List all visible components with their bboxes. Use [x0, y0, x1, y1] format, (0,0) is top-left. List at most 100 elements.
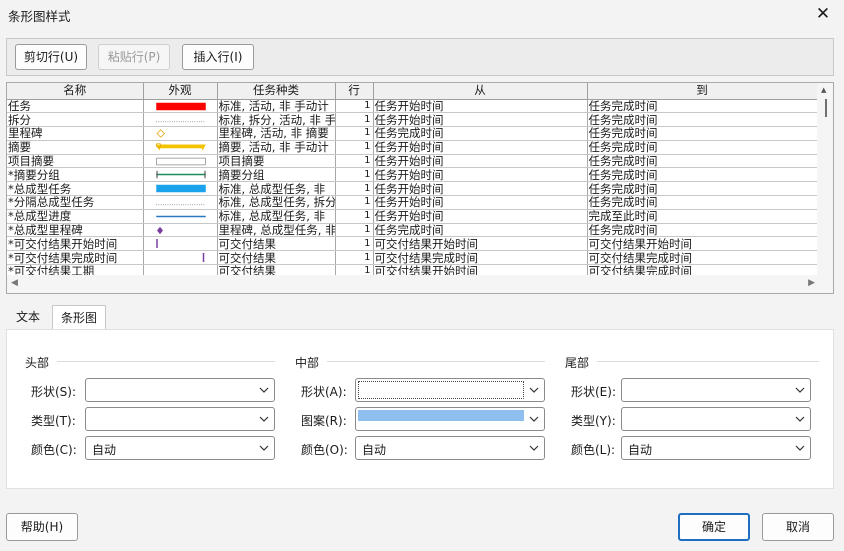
row-name-cell[interactable]: *分隔总成型任务	[7, 195, 144, 210]
row-to-cell[interactable]: 可交付结果完成时间	[587, 250, 818, 266]
row-to-cell[interactable]: 任务完成时间	[587, 154, 818, 169]
row-appearance-cell[interactable]	[143, 112, 218, 128]
row-name-cell[interactable]: *摘要分组	[7, 167, 144, 183]
row-appearance-cell[interactable]	[143, 223, 218, 238]
row-kind-cell[interactable]: 项目摘要	[217, 154, 336, 169]
row-appearance-cell[interactable]	[143, 140, 218, 155]
row-name-cell[interactable]: 项目摘要	[7, 154, 144, 169]
tab-bars[interactable]: 条形图	[52, 305, 106, 330]
column-header[interactable]: 外观	[143, 83, 218, 100]
row-name-cell[interactable]: 拆分	[7, 112, 144, 128]
table-row[interactable]: *可交付结果开始时间 可交付结果 1 可交付结果开始时间 可交付结果开始时间	[7, 236, 818, 252]
column-header[interactable]: 行	[335, 83, 374, 100]
tab-text[interactable]: 文本	[6, 305, 50, 329]
row-name-cell[interactable]: *可交付结果完成时间	[7, 250, 144, 266]
row-number-cell[interactable]: 1	[335, 126, 374, 141]
row-name-cell[interactable]: 任务	[7, 99, 144, 114]
tail-shape-select[interactable]	[621, 378, 811, 402]
row-name-cell[interactable]: *总成型任务	[7, 181, 144, 197]
row-to-cell[interactable]: 任务完成时间	[587, 223, 818, 238]
bar-styles-grid[interactable]: 名称 外观 任务种类行从到 任务 标准, 活动, 非 手动计 1 任务开始时间 任务完成时间…	[6, 82, 834, 294]
ok-button[interactable]: 确定	[678, 513, 750, 541]
row-to-cell[interactable]: 任务完成时间	[587, 126, 818, 141]
vertical-scrollbar[interactable]: ▲	[817, 83, 833, 277]
middle-shape-select[interactable]	[355, 378, 545, 402]
row-kind-cell[interactable]: 标准, 总成型任务, 非	[217, 181, 336, 197]
row-number-cell[interactable]: 1	[335, 236, 374, 252]
row-name-cell[interactable]: 摘要	[7, 140, 144, 155]
paste-row-button[interactable]: 粘贴行(P)	[98, 44, 170, 70]
horizontal-scrollbar[interactable]: ◀ ▶	[7, 275, 833, 293]
close-icon[interactable]: ✕	[810, 2, 836, 26]
row-from-cell[interactable]: 任务开始时间	[373, 195, 588, 210]
column-header[interactable]: 到	[587, 83, 818, 100]
scroll-up-icon[interactable]: ▲	[821, 86, 826, 94]
scroll-thumb[interactable]	[825, 99, 827, 117]
row-from-cell[interactable]: 任务完成时间	[373, 223, 588, 238]
head-type-select[interactable]	[85, 407, 275, 431]
row-name-cell[interactable]: *总成型进度	[7, 209, 144, 224]
help-button[interactable]: 帮助(H)	[6, 513, 78, 541]
row-kind-cell[interactable]: 里程碑, 活动, 非 摘要	[217, 126, 336, 141]
row-from-cell[interactable]: 可交付结果完成时间	[373, 250, 588, 266]
row-appearance-cell[interactable]	[143, 236, 218, 252]
row-kind-cell[interactable]: 里程碑, 总成型任务, 非	[217, 223, 336, 238]
row-number-cell[interactable]: 1	[335, 223, 374, 238]
middle-color-select[interactable]: 自动	[355, 436, 545, 460]
table-row[interactable]: *可交付结果完成时间 可交付结果 1 可交付结果完成时间 可交付结果完成时间	[7, 250, 818, 266]
row-name-cell[interactable]: *可交付结果开始时间	[7, 236, 144, 252]
table-row[interactable]: *分隔总成型任务 标准, 总成型任务, 拆分 1 任务开始时间 任务完成时间	[7, 195, 818, 210]
table-row[interactable]: *总成型进度 标准, 总成型任务, 非 1 任务开始时间 完成至此时间	[7, 209, 818, 224]
cut-row-button[interactable]: 剪切行(U)	[15, 44, 87, 70]
table-row[interactable]: 里程碑 里程碑, 活动, 非 摘要 1 任务完成时间 任务完成时间	[7, 126, 818, 141]
middle-pattern-select[interactable]	[355, 407, 545, 431]
row-appearance-cell[interactable]	[143, 154, 218, 169]
row-to-cell[interactable]: 完成至此时间	[587, 209, 818, 224]
row-from-cell[interactable]: 任务开始时间	[373, 154, 588, 169]
row-number-cell[interactable]: 1	[335, 112, 374, 128]
row-number-cell[interactable]: 1	[335, 99, 374, 114]
row-kind-cell[interactable]: 摘要分组	[217, 167, 336, 183]
table-row[interactable]: *总成型里程碑 里程碑, 总成型任务, 非 1 任务完成时间 任务完成时间	[7, 223, 818, 238]
scroll-right-icon[interactable]: ▶	[808, 278, 815, 288]
row-name-cell[interactable]: *总成型里程碑	[7, 223, 144, 238]
row-from-cell[interactable]: 任务开始时间	[373, 112, 588, 128]
row-from-cell[interactable]: 任务开始时间	[373, 140, 588, 155]
column-header[interactable]: 从	[373, 83, 588, 100]
table-row[interactable]: *摘要分组 摘要分组 1 任务开始时间 任务完成时间	[7, 167, 818, 183]
row-from-cell[interactable]: 任务完成时间	[373, 126, 588, 141]
row-number-cell[interactable]: 1	[335, 195, 374, 210]
row-appearance-cell[interactable]	[143, 99, 218, 114]
row-name-cell[interactable]: 里程碑	[7, 126, 144, 141]
head-shape-select[interactable]	[85, 378, 275, 402]
row-kind-cell[interactable]: 标准, 拆分, 活动, 非 手	[217, 112, 336, 128]
row-number-cell[interactable]: 1	[335, 209, 374, 224]
row-kind-cell[interactable]: 标准, 总成型任务, 非	[217, 209, 336, 224]
insert-row-button[interactable]: 插入行(I)	[182, 44, 254, 70]
row-to-cell[interactable]: 任务完成时间	[587, 112, 818, 128]
column-header[interactable]: 任务种类	[217, 83, 336, 100]
row-kind-cell[interactable]: 标准, 总成型任务, 拆分	[217, 195, 336, 210]
row-to-cell[interactable]: 任务完成时间	[587, 167, 818, 183]
row-from-cell[interactable]: 任务开始时间	[373, 99, 588, 114]
row-number-cell[interactable]: 1	[335, 154, 374, 169]
table-row[interactable]: 摘要 摘要, 活动, 非 手动计 1 任务开始时间 任务完成时间	[7, 140, 818, 155]
row-to-cell[interactable]: 可交付结果开始时间	[587, 236, 818, 252]
row-from-cell[interactable]: 任务开始时间	[373, 167, 588, 183]
row-to-cell[interactable]: 任务完成时间	[587, 195, 818, 210]
row-appearance-cell[interactable]	[143, 250, 218, 266]
tail-type-select[interactable]	[621, 407, 811, 431]
row-kind-cell[interactable]: 标准, 活动, 非 手动计	[217, 99, 336, 114]
row-number-cell[interactable]: 1	[335, 140, 374, 155]
row-to-cell[interactable]: 任务完成时间	[587, 99, 818, 114]
row-kind-cell[interactable]: 可交付结果	[217, 250, 336, 266]
table-row[interactable]: 项目摘要 项目摘要 1 任务开始时间 任务完成时间	[7, 154, 818, 169]
row-number-cell[interactable]: 1	[335, 250, 374, 266]
row-appearance-cell[interactable]	[143, 181, 218, 197]
row-kind-cell[interactable]: 摘要, 活动, 非 手动计	[217, 140, 336, 155]
row-to-cell[interactable]: 任务完成时间	[587, 140, 818, 155]
row-to-cell[interactable]: 任务完成时间	[587, 181, 818, 197]
row-appearance-cell[interactable]	[143, 167, 218, 183]
tail-color-select[interactable]: 自动	[621, 436, 811, 460]
table-row[interactable]: 拆分 标准, 拆分, 活动, 非 手 1 任务开始时间 任务完成时间	[7, 112, 818, 128]
